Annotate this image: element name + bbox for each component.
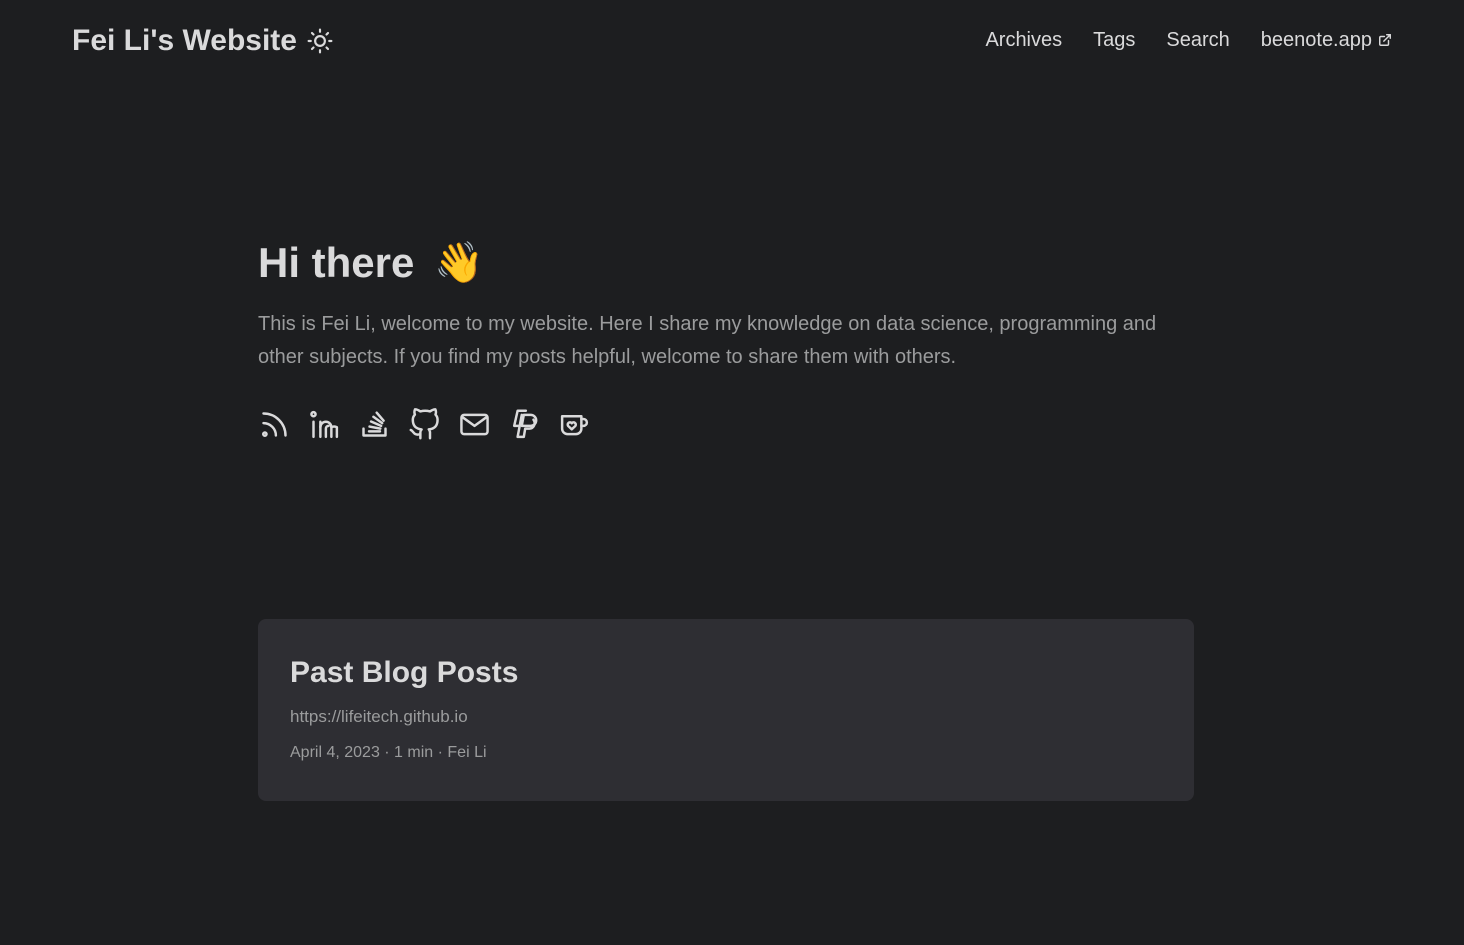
home-info: Hi there 👋 This is Fei Li, welcome to my… — [258, 230, 1194, 441]
github-icon[interactable] — [408, 408, 441, 441]
email-icon[interactable] — [458, 408, 491, 441]
menu-item-search[interactable]: Search — [1166, 26, 1229, 54]
stackoverflow-icon[interactable] — [358, 408, 391, 441]
waving-hand-emoji: 👋 — [434, 241, 485, 285]
hero-title-text: Hi there — [258, 239, 415, 286]
menu-item-tags[interactable]: Tags — [1093, 26, 1135, 54]
post-title: Past Blog Posts — [290, 656, 519, 689]
paypal-icon[interactable] — [508, 408, 541, 441]
rss-icon[interactable] — [258, 408, 291, 441]
kofi-icon[interactable] — [558, 408, 591, 441]
post-meta: April 4, 2023 · 1 min · Fei Li — [290, 744, 487, 761]
menu-item-archives[interactable]: Archives — [985, 26, 1062, 54]
external-link-icon — [1379, 34, 1391, 46]
post-summary-url: https://lifeitech.github.io — [290, 707, 468, 726]
post-entry-card[interactable]: Past Blog Posts https://lifeitech.github… — [258, 619, 1194, 801]
hero-heading: Hi there 👋 — [258, 230, 1194, 296]
menu-item-beenote[interactable]: beenote.app — [1261, 26, 1392, 54]
main-menu: Archives Tags Search beenote.app — [985, 26, 1392, 54]
site-header: Fei Li's Website Archives Tags Search be… — [0, 0, 1464, 80]
sun-icon[interactable] — [307, 28, 333, 54]
hero-description: This is Fei Li, welcome to my website. H… — [258, 313, 1157, 368]
site-title-link[interactable]: Fei Li's Website — [72, 22, 297, 60]
social-icons — [258, 408, 1194, 441]
linkedin-icon[interactable] — [308, 408, 341, 441]
menu-item-beenote-label: beenote.app — [1260, 29, 1372, 51]
